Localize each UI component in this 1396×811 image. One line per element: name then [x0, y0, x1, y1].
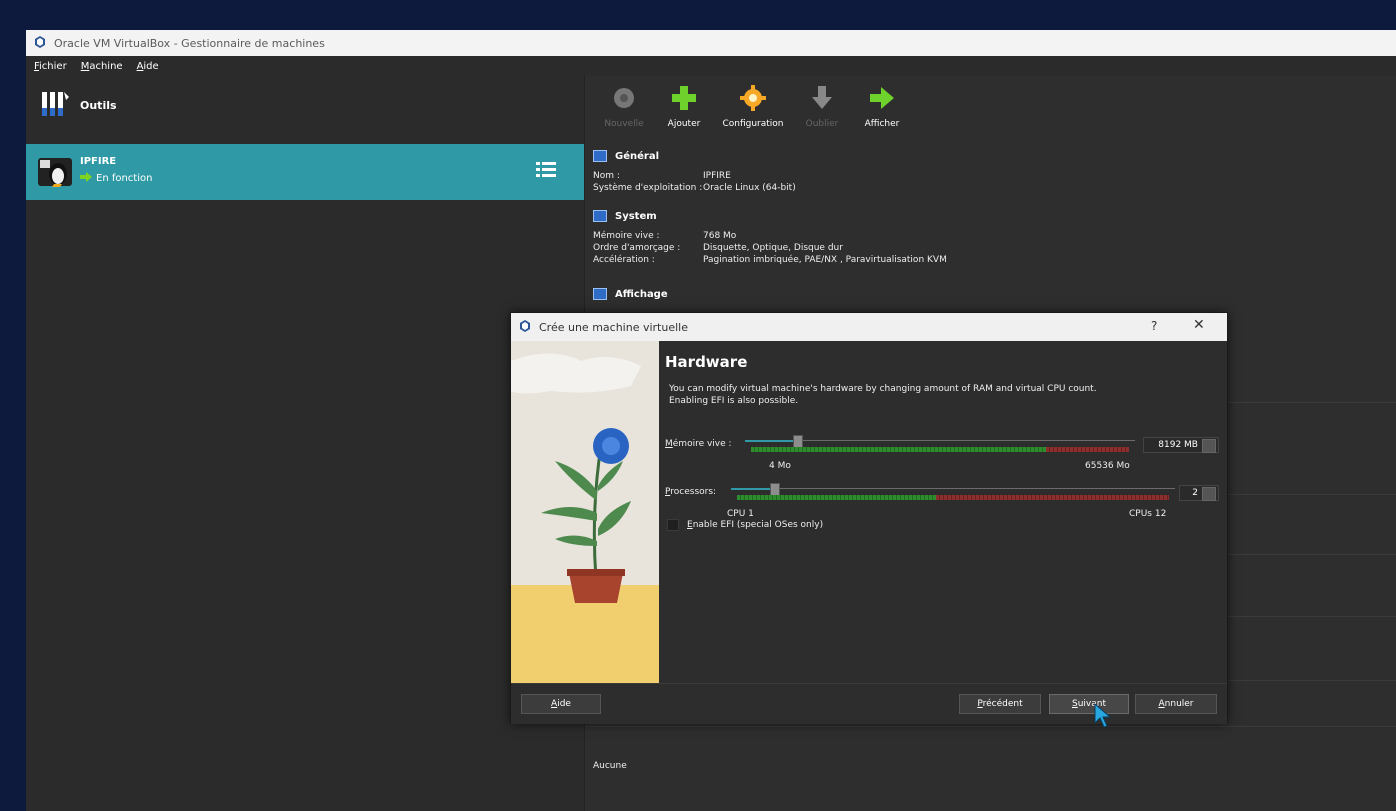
window-title: Oracle VM VirtualBox - Gestionnaire de m…	[54, 36, 325, 50]
memory-slider[interactable]	[745, 435, 1135, 453]
menu-help[interactable]: Aide	[137, 61, 159, 72]
detail-row: Système d'exploitation : Oracle Linux (64…	[593, 183, 796, 193]
wizard-content: Hardware You can modify virtual machine'…	[659, 341, 1227, 683]
dialog-title: Crée une machine virtuelle	[539, 320, 688, 334]
add-vm-button[interactable]: Ajouter	[655, 84, 713, 129]
general-section: Général Nom : IPFIRE Système d'exploitati…	[593, 150, 796, 194]
window-titlebar: Oracle VM VirtualBox - Gestionnaire de m…	[26, 30, 1396, 56]
new-vm-button[interactable]: Nouvelle	[595, 84, 653, 129]
tools-icon	[40, 90, 70, 121]
cpu-spinbox[interactable]: 2	[1179, 485, 1219, 501]
memory-min: 4 Mo	[769, 461, 791, 471]
general-header[interactable]: Général	[593, 150, 796, 162]
dialog-footer: Aide Précédent Suivant Annuler	[511, 683, 1227, 724]
memory-label: Mémoire vive :	[665, 439, 732, 449]
vm-list-item-ipfire[interactable]: IPFIRE En fonction	[26, 144, 584, 200]
detail-row: Ordre d'amorçage : Disquette, Optique, Di…	[593, 243, 843, 253]
slider-fill	[731, 488, 770, 490]
menu-file[interactable]: Fichier	[34, 61, 67, 72]
detail-value: Aucune	[593, 761, 627, 771]
tools-item[interactable]: Outils	[40, 90, 117, 121]
cpu-gauge	[737, 495, 1169, 500]
gear-icon	[610, 84, 638, 115]
wizard-illustration	[511, 341, 659, 683]
display-icon	[593, 288, 607, 300]
machine-list-pane: Outils IPFIRE En fonction	[26, 76, 584, 811]
page-description: You can modify virtual machine's hardwar…	[669, 384, 1097, 406]
display-header[interactable]: Affichage	[593, 288, 668, 300]
cancel-button[interactable]: Annuler	[1135, 694, 1217, 714]
system-header[interactable]: System	[593, 210, 947, 222]
arrow-right-icon	[868, 84, 896, 115]
vm-name: IPFIRE	[80, 156, 117, 167]
linux-tux-icon	[38, 154, 72, 191]
details-list-icon[interactable]	[536, 160, 556, 183]
memory-max: 65536 Mo	[1085, 461, 1130, 471]
spin-arrows-icon[interactable]	[1202, 487, 1216, 501]
detail-row: Accélération : Pagination imbriquée, PAE/…	[593, 255, 947, 265]
divider	[585, 726, 1396, 727]
help-icon[interactable]: ?	[1151, 319, 1157, 333]
arrow-down-icon	[808, 84, 836, 115]
memory-gauge	[751, 447, 1129, 452]
plus-icon	[670, 84, 698, 115]
memory-value: 8192 MB	[1158, 440, 1198, 450]
create-vm-dialog: Crée une machine virtuelle ? ✕ Hardware …	[510, 312, 1228, 724]
spin-arrows-icon[interactable]	[1202, 439, 1216, 453]
detail-row: Nom : IPFIRE	[593, 171, 731, 181]
running-arrow-icon	[80, 172, 92, 185]
system-section: System Mémoire vive :768 Mo Ordre d'amor…	[593, 210, 947, 266]
tools-label: Outils	[80, 99, 117, 112]
monitor-icon	[593, 150, 607, 162]
efi-label: Enable EFI (special OSes only)	[687, 520, 824, 530]
menu-bar: Fichier Machine Aide	[26, 56, 1396, 76]
main-toolbar: Nouvelle Ajouter Configuration Oublier A…	[595, 84, 913, 129]
help-button[interactable]: Aide	[521, 694, 601, 714]
chip-icon	[593, 210, 607, 222]
dialog-titlebar: Crée une machine virtuelle ? ✕	[511, 313, 1227, 341]
slider-track	[731, 488, 1175, 489]
cpu-slider[interactable]	[731, 483, 1175, 501]
back-button[interactable]: Précédent	[959, 694, 1041, 714]
mouse-cursor-icon	[1094, 702, 1112, 732]
slider-fill	[745, 440, 793, 442]
display-section: Affichage	[593, 288, 668, 300]
vm-state: En fonction	[80, 172, 152, 185]
memory-spinbox[interactable]: 8192 MB	[1143, 437, 1219, 453]
close-icon[interactable]: ✕	[1193, 317, 1205, 333]
checkbox-box[interactable]	[667, 519, 679, 531]
show-button[interactable]: Afficher	[853, 84, 911, 129]
next-button[interactable]: Suivant	[1049, 694, 1129, 714]
slider-track	[745, 440, 1135, 441]
gear-icon	[739, 84, 767, 115]
virtualbox-logo-icon	[34, 35, 46, 51]
virtualbox-logo-icon	[519, 319, 531, 335]
efi-checkbox[interactable]: Enable EFI (special OSes only)	[667, 519, 823, 531]
detail-row: Mémoire vive :768 Mo	[593, 231, 737, 241]
cpu-max: CPUs 12	[1129, 509, 1167, 519]
cpu-label: Processors:	[665, 487, 717, 497]
menu-machine[interactable]: Machine	[81, 61, 123, 72]
cpu-min: CPU 1	[727, 509, 754, 519]
vm-state-label: En fonction	[96, 173, 153, 184]
page-title: Hardware	[665, 353, 748, 371]
settings-button[interactable]: Configuration	[715, 84, 791, 129]
cpu-value: 2	[1192, 488, 1198, 498]
discard-button[interactable]: Oublier	[793, 84, 851, 129]
